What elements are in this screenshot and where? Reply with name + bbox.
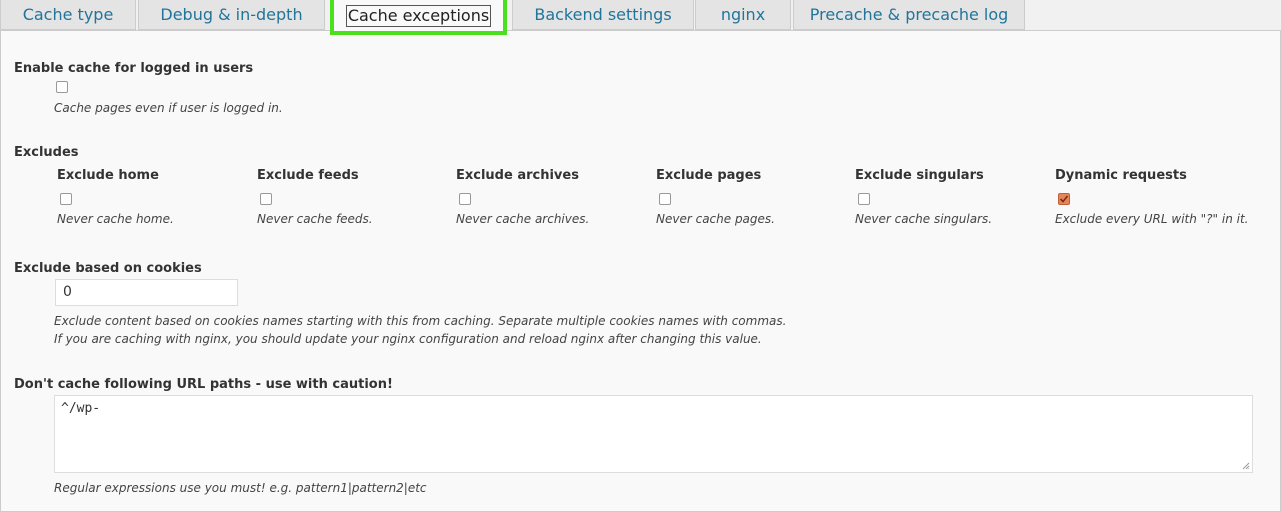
exclude-home-label: Exclude home: [57, 168, 159, 183]
exclude-singulars-label: Exclude singulars: [855, 168, 984, 183]
exclude-home-description: Never cache home.: [57, 212, 174, 226]
exclude-pages-label: Exclude pages: [656, 168, 762, 183]
exclude-singulars-description: Never cache singulars.: [855, 212, 993, 226]
tab-backend-settings[interactable]: Backend settings: [512, 0, 694, 30]
exclude-pages-description: Never cache pages.: [656, 212, 775, 226]
tab-label: Cache exceptions: [345, 4, 492, 27]
resize-grip-icon[interactable]: [1242, 462, 1250, 470]
dynamic-requests-description: Exclude every URL with "?" in it.: [1055, 212, 1249, 226]
exclude-pages-checkbox[interactable]: [659, 193, 671, 205]
url-paths-textarea[interactable]: ^/wp-: [54, 395, 1253, 473]
tab-nginx[interactable]: nginx: [695, 0, 791, 30]
tab-label: Debug & in-depth: [160, 5, 303, 24]
exclude-archives-label: Exclude archives: [456, 168, 579, 183]
cookies-title: Exclude based on cookies: [14, 261, 202, 276]
url-paths-value: ^/wp-: [61, 401, 101, 416]
tab-label: Cache type: [22, 5, 114, 24]
exclude-feeds-checkbox[interactable]: [260, 193, 272, 205]
tab-label: nginx: [720, 5, 766, 24]
tab-debug-in-depth[interactable]: Debug & in-depth: [138, 0, 325, 30]
logged-in-description: Cache pages even if user is logged in.: [54, 101, 283, 115]
dynamic-requests-label: Dynamic requests: [1055, 168, 1187, 183]
tab-precache-log[interactable]: Precache & precache log: [793, 0, 1025, 30]
logged-in-title: Enable cache for logged in users: [14, 61, 254, 76]
exclude-feeds-label: Exclude feeds: [257, 168, 359, 183]
tab-cache-exceptions[interactable]: Cache exceptions: [330, 0, 507, 35]
url-paths-title: Don't cache following URL paths - use wi…: [14, 377, 393, 392]
dynamic-requests-checkbox[interactable]: [1058, 193, 1070, 205]
tab-bar: Cache type Debug & in-depth Cache except…: [0, 0, 1281, 35]
cookies-description-line1: Exclude content based on cookies names s…: [54, 314, 787, 328]
tab-label: Backend settings: [534, 5, 672, 24]
exclude-archives-description: Never cache archives.: [456, 212, 590, 226]
tab-cache-type[interactable]: Cache type: [0, 0, 136, 30]
url-paths-description: Regular expressions use you must! e.g. p…: [54, 481, 427, 495]
settings-panel: Enable cache for logged in users Cache p…: [0, 30, 1281, 512]
exclude-feeds-description: Never cache feeds.: [257, 212, 373, 226]
exclude-singulars-checkbox[interactable]: [858, 193, 870, 205]
logged-in-checkbox[interactable]: [56, 81, 68, 93]
exclude-home-checkbox[interactable]: [60, 193, 72, 205]
exclude-archives-checkbox[interactable]: [459, 193, 471, 205]
checkmark-icon: [1059, 195, 1069, 203]
excludes-title: Excludes: [14, 145, 79, 160]
tab-label: Precache & precache log: [809, 5, 1009, 24]
cookies-description-line2: If you are caching with nginx, you shoul…: [54, 332, 762, 346]
cookies-input[interactable]: 0: [55, 279, 238, 306]
